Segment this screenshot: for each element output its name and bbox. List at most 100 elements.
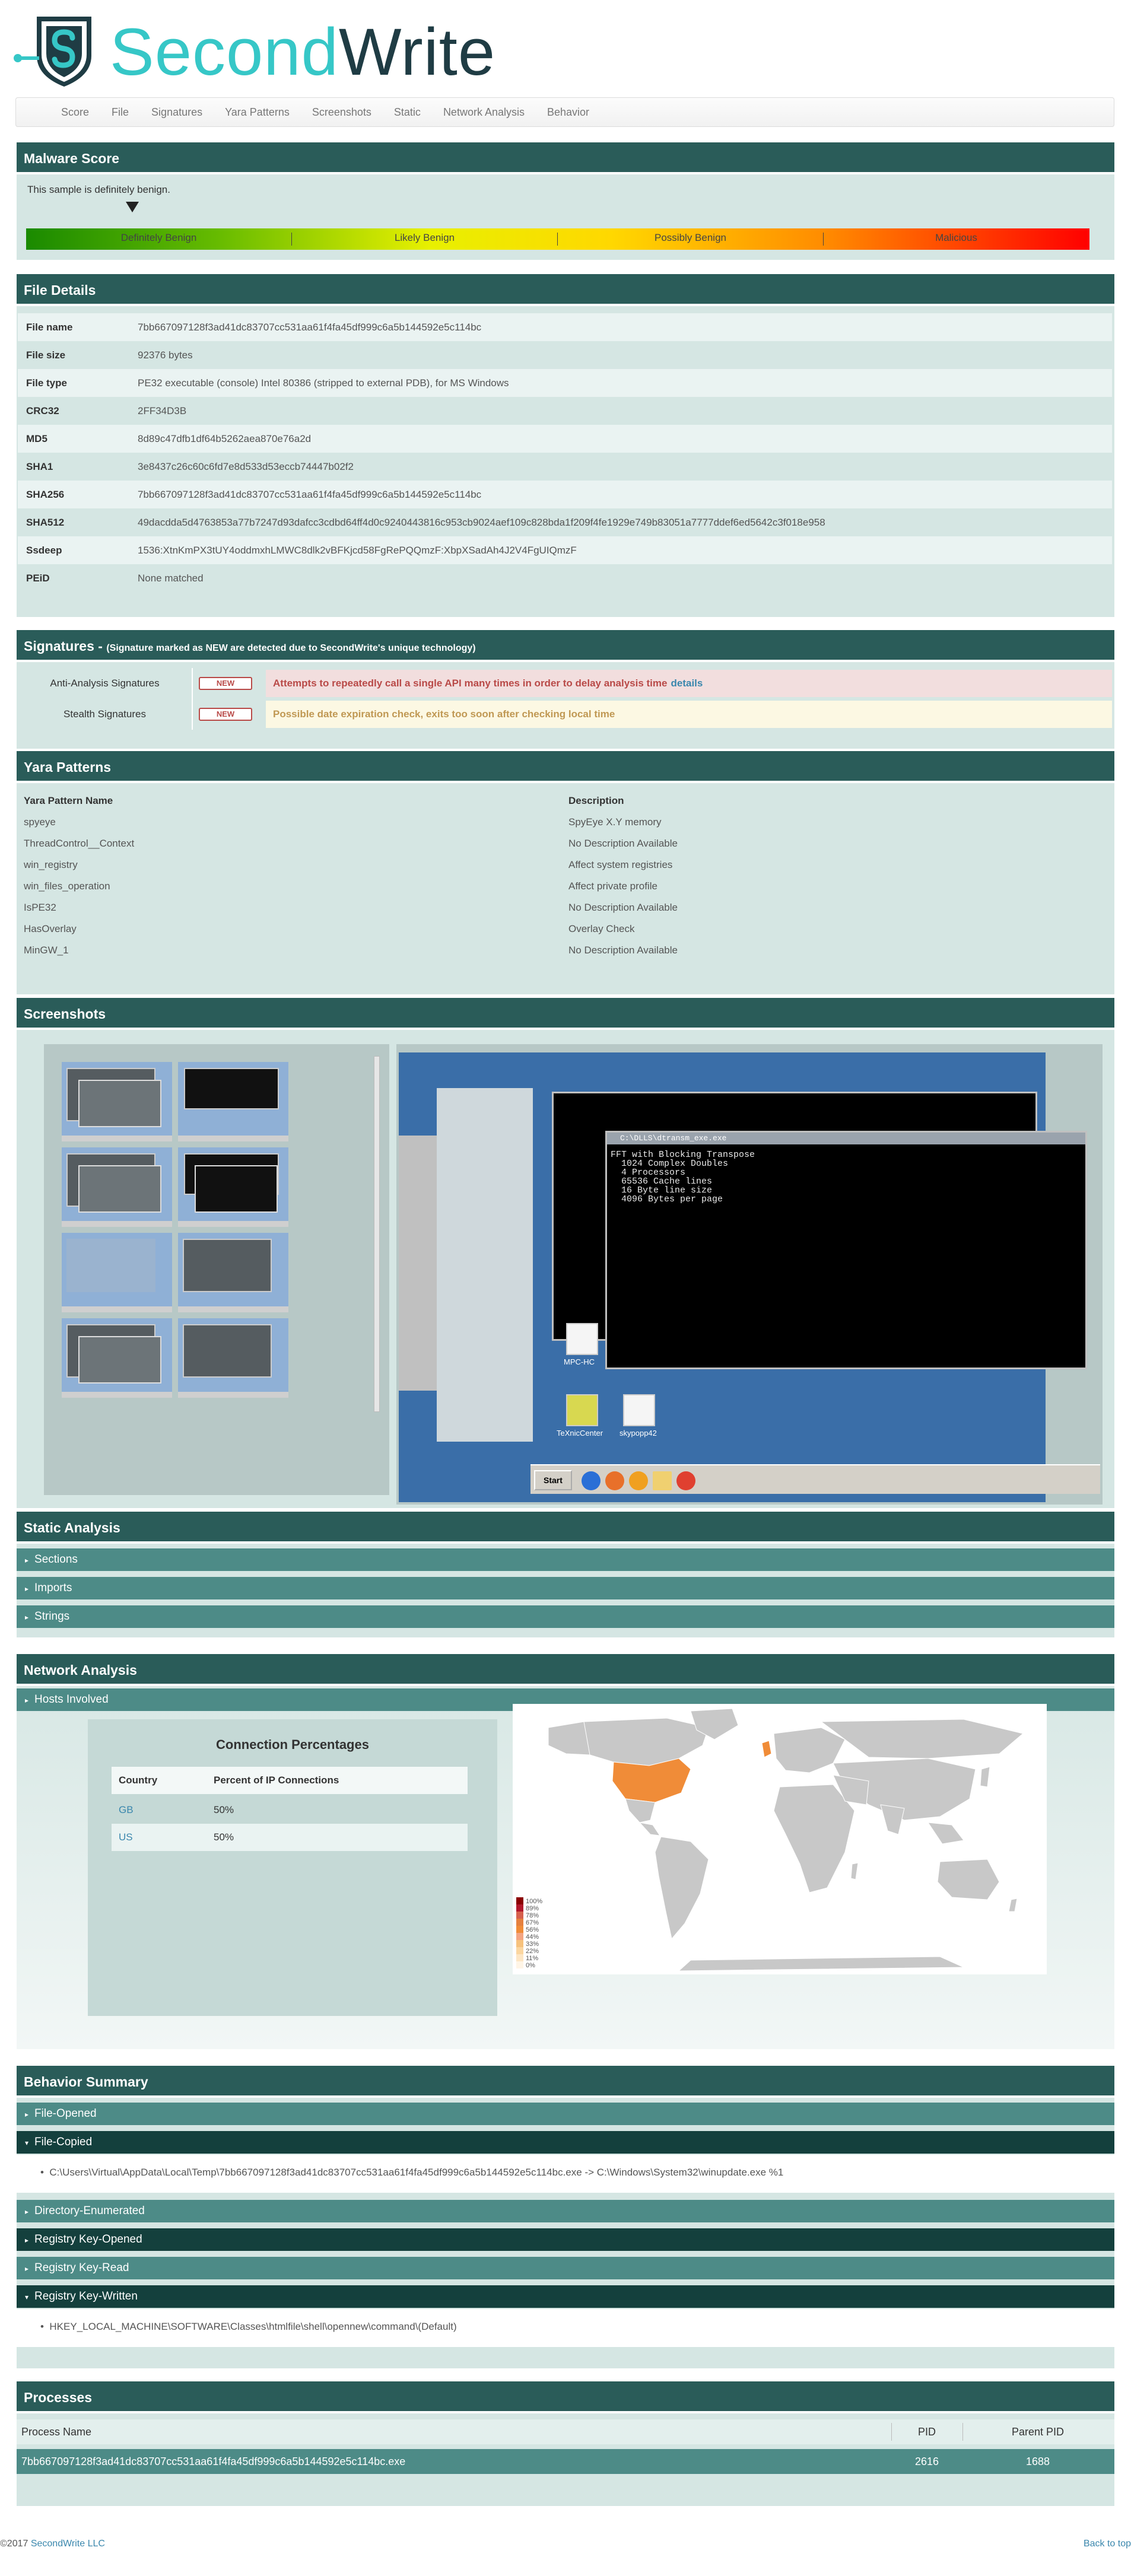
accordion-strings[interactable]: ▸ Strings <box>17 1605 1114 1628</box>
world-map: 100% 89% 78% 67% 56% 44% 33% 22% 11% 0% <box>513 1704 1047 1974</box>
screenshot-thumbnails <box>44 1044 389 1495</box>
yara-pattern-description: SpyEye X.Y memory <box>568 816 662 828</box>
desktop-icon-label: skypopp42 <box>619 1429 657 1438</box>
screenshot-thumbnail[interactable] <box>178 1318 288 1398</box>
nav-behavior[interactable]: Behavior <box>536 98 601 126</box>
file-detail-row: SHA1 3e8437c26c60c6fd7e8d533d53eccb74447b… <box>18 453 1112 481</box>
file-detail-key: MD5 <box>26 433 47 444</box>
legend-swatch <box>516 1919 523 1926</box>
legend-label: 67% <box>526 1919 539 1926</box>
map-legend: 100%89%78%67%56%44%33%22%11%0% <box>516 1897 542 1969</box>
process-pid: 2616 <box>914 2456 939 2467</box>
accordion-file-opened[interactable]: ▸ File-Opened <box>17 2103 1114 2125</box>
nav-signatures[interactable]: Signatures <box>140 98 214 126</box>
signatures-heading: Signatures - <box>24 638 107 654</box>
accordion-file-copied[interactable]: ▾ File-Copied <box>17 2131 1114 2154</box>
accordion-registry-key-written[interactable]: ▾ Registry Key-Written <box>17 2285 1114 2308</box>
caret-down-icon: ▾ <box>25 2139 29 2147</box>
table-row[interactable]: 7bb667097128f3ad41dc83707cc531aa61f4fa45… <box>17 2449 1114 2474</box>
caret-right-icon: ▸ <box>25 1613 29 1621</box>
screenshot-thumbnail[interactable] <box>178 1062 288 1141</box>
behavior-summary-panel: Behavior Summary ▸ File-Opened ▾ File-Copi… <box>17 2066 1114 2368</box>
screenshot-thumbnail[interactable] <box>178 1147 288 1227</box>
nav-score[interactable]: Score <box>50 98 100 126</box>
accordion-label: Strings <box>34 1610 70 1623</box>
nav-screenshots[interactable]: Screenshots <box>301 98 383 126</box>
col-process-name: Process Name <box>21 2426 92 2438</box>
yara-panel: Yara Patterns Yara Pattern Name Descript… <box>17 751 1114 994</box>
registry-key-written-body: • HKEY_LOCAL_MACHINE\SOFTWARE\Classes\ht… <box>17 2309 1114 2347</box>
screenshot-thumbnail[interactable] <box>62 1147 172 1227</box>
screenshot-thumbnail[interactable] <box>178 1233 288 1312</box>
shield-logo-icon[interactable] <box>13 14 102 89</box>
file-detail-key: SHA1 <box>26 461 53 472</box>
accordion-label: Sections <box>34 1553 78 1566</box>
taskbar: Start <box>530 1464 1100 1494</box>
start-button: Start <box>534 1470 572 1490</box>
yara-pattern-description: No Description Available <box>568 838 678 849</box>
col-pid: PID <box>917 2426 936 2438</box>
accordion-label: File-Copied <box>34 2136 93 2148</box>
accordion-imports[interactable]: ▸ Imports <box>17 1577 1114 1599</box>
caret-right-icon: ▸ <box>25 2110 29 2119</box>
legend-swatch <box>516 1933 523 1940</box>
screenshot-preview: C:\DLLS\dtransm_exe.exe FFT with Blockin… <box>396 1044 1103 1505</box>
legend-label: 89% <box>526 1905 539 1912</box>
file-detail-value: 2FF34D3B <box>138 405 187 416</box>
caret-right-icon: ▸ <box>25 2236 29 2244</box>
file-detail-row: SHA512 49dacdda5d4763853a77b7247d93dafcc3… <box>18 508 1112 536</box>
map-mexico <box>625 1798 656 1823</box>
desktop-icon-label: MPC-HC <box>564 1357 595 1366</box>
yara-pattern-name: spyeye <box>24 816 56 828</box>
signature-name: Anti-Analysis Signatures <box>18 668 193 699</box>
brand-wordmark[interactable]: SecondWrite <box>110 17 495 88</box>
file-detail-value: None matched <box>138 573 204 584</box>
company-link[interactable]: SecondWrite LLC <box>31 2539 105 2549</box>
connection-table-header: Country Percent of IP Connections <box>112 1767 468 1794</box>
caret-right-icon: ▸ <box>25 1696 29 1704</box>
yara-pattern-name: win_registry <box>24 859 78 870</box>
file-detail-value: 92376 bytes <box>138 349 193 361</box>
accordion-directory-enumerated[interactable]: ▸ Directory-Enumerated <box>17 2200 1114 2222</box>
thumbnail-scrollbar[interactable] <box>374 1056 380 1412</box>
file-detail-value: 8d89c47dfb1df64b5262aea870e76a2d <box>138 433 312 444</box>
new-badge: NEW <box>199 677 252 690</box>
map-africa <box>773 1784 855 1893</box>
file-detail-row: CRC32 2FF34D3B <box>18 397 1112 425</box>
file-copied-body: • C:\Users\Virtual\AppData\Local\Temp\7b… <box>17 2155 1114 2193</box>
caret-right-icon: ▸ <box>25 1585 29 1593</box>
back-to-top-link[interactable]: Back to top <box>1084 2532 1131 2556</box>
screenshot-thumbnail[interactable] <box>62 1233 172 1312</box>
accordion-registry-key-opened[interactable]: ▸ Registry Key-Opened <box>17 2228 1114 2251</box>
legend-label: 44% <box>526 1933 539 1941</box>
signature-row-anti-analysis: Anti-Analysis Signatures NEW Attempts to… <box>18 668 1112 699</box>
navbar: Score File Signatures Yara Patterns Scre… <box>15 97 1114 127</box>
file-detail-value: PE32 executable (console) Intel 80386 (s… <box>138 377 509 389</box>
nav-yara-patterns[interactable]: Yara Patterns <box>214 98 301 126</box>
file-detail-value: 7bb667097128f3ad41dc83707cc531aa61f4fa45… <box>138 322 482 333</box>
percent-value: 50% <box>214 1804 234 1815</box>
screenshot-thumbnail[interactable] <box>62 1062 172 1141</box>
signature-details-link[interactable]: details <box>671 678 703 689</box>
world-map-svg: 100%89%78%67%56%44%33%22%11%0% <box>516 1708 1024 1971</box>
nav-network-analysis[interactable]: Network Analysis <box>432 98 536 126</box>
screenshot-thumbnail[interactable] <box>62 1318 172 1398</box>
nav-file[interactable]: File <box>100 98 140 126</box>
copyright-text: ©2017 <box>0 2539 31 2549</box>
file-detail-value: 7bb667097128f3ad41dc83707cc531aa61f4fa45… <box>138 489 482 500</box>
processes-title: Processes <box>17 2381 1114 2413</box>
brand-name-second: Second <box>110 15 339 89</box>
country-link[interactable]: GB <box>119 1796 134 1824</box>
accordion-sections[interactable]: ▸ Sections <box>17 1548 1114 1571</box>
accordion-registry-key-read[interactable]: ▸ Registry Key-Read <box>17 2257 1114 2279</box>
signatures-subtitle: (Signature marked as NEW are detected du… <box>106 643 476 653</box>
legend-swatch <box>516 1912 523 1919</box>
file-icon <box>623 1394 655 1426</box>
static-analysis-panel: Static Analysis ▸ Sections ▸ Imports ▸ Stri… <box>17 1512 1114 1637</box>
processes-panel: Processes Process Name PID Parent PID 7b… <box>17 2381 1114 2506</box>
connection-percentages-title: Connection Percentages <box>216 1737 369 1752</box>
file-detail-row: File type PE32 executable (console) Intel… <box>18 369 1112 397</box>
country-link[interactable]: US <box>119 1824 133 1851</box>
copyright: ©2017 SecondWrite LLC <box>0 2532 105 2556</box>
nav-static[interactable]: Static <box>383 98 432 126</box>
